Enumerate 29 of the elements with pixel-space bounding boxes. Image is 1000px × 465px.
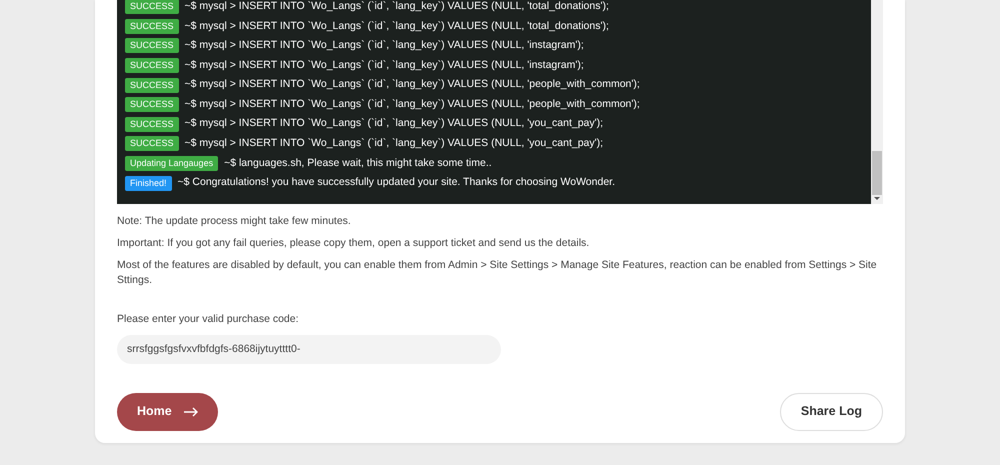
status-badge: Finished! bbox=[125, 176, 172, 191]
log-line: ~$ mysql > INSERT INTO `Wo_Langs` (`id`, `lang_key`) VALUES (NULL, 'people_with_common'); bbox=[184, 77, 640, 92]
status-badge: SUCCESS bbox=[125, 78, 179, 93]
log-line: ~$ mysql > INSERT INTO `Wo_Langs` (`id`, `lang_key`) VALUES (NULL, 'you_cant_pay'); bbox=[184, 136, 604, 152]
arrow-right-icon bbox=[184, 406, 198, 417]
status-badge: SUCCESS bbox=[125, 97, 179, 112]
purchase-code-label: Please enter your valid purchase code: bbox=[117, 312, 300, 327]
log-line: ~$ mysql > INSERT INTO `Wo_Langs` (`id`, `lang_key`) VALUES (NULL, 'you_cant_pay'); bbox=[184, 116, 604, 132]
home-button[interactable]: Home bbox=[117, 392, 218, 431]
log-line: ~$ Congratulations! you have successfully updated your site. Thanks for choosing WoWonder. bbox=[178, 175, 615, 190]
purchase-code-field[interactable]: srrsfggsfgsfvxvfbfdgfs-6868ijytuytttt0- bbox=[117, 334, 501, 364]
note-text: Most of the features are disabled by default, you can enable them from Admin > Site Settings > Manage Site Features, reaction can be enabled from Settings > Site Sttings. bbox=[117, 258, 878, 288]
scrollbar[interactable] bbox=[871, 0, 883, 204]
status-badge: SUCCESS bbox=[125, 0, 179, 14]
status-badge: SUCCESS bbox=[125, 38, 179, 54]
note-text: Important: If you got any fail queries, please copy them, open a support ticket and send us the details. bbox=[117, 236, 590, 251]
status-badge: SUCCESS bbox=[125, 58, 179, 74]
log-line: ~$ mysql > INSERT INTO `Wo_Langs` (`id`, `lang_key`) VALUES (NULL, 'instagram'); bbox=[184, 38, 584, 54]
log-line: ~$ mysql > INSERT INTO `Wo_Langs` (`id`, `lang_key`) VALUES (NULL, 'people_with_common'); bbox=[184, 96, 640, 112]
status-badge: SUCCESS bbox=[125, 18, 179, 34]
share-log-button[interactable]: Share Log bbox=[780, 392, 883, 431]
log-line: ~$ mysql > INSERT INTO `Wo_Langs` (`id`, `lang_key`) VALUES (NULL, 'instagram'); bbox=[184, 58, 584, 73]
log-line: ~$ languages.sh, Please wait, this might take some time.. bbox=[224, 156, 492, 171]
note-text: Note: The update process might take few minutes. bbox=[117, 214, 352, 229]
status-badge: Updating Langauges bbox=[125, 156, 218, 172]
status-badge: SUCCESS bbox=[125, 136, 179, 152]
log-line: ~$ mysql > INSERT INTO `Wo_Langs` (`id`, `lang_key`) VALUES (NULL, 'total_donations'); bbox=[184, 18, 609, 34]
status-badge: SUCCESS bbox=[125, 116, 179, 132]
log-line: ~$ mysql > INSERT INTO `Wo_Langs` (`id`, `lang_key`) VALUES (NULL, 'total_donations'); bbox=[184, 0, 609, 14]
